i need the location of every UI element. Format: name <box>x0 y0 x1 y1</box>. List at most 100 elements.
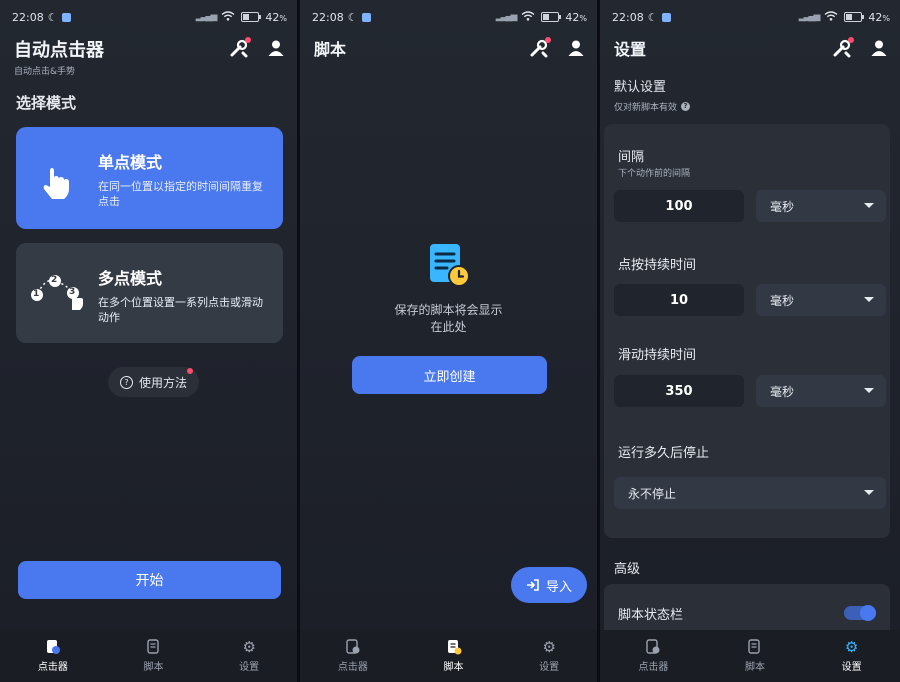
multi-point-icon: 1 2 3 <box>26 271 88 315</box>
nav-settings[interactable]: ⚙ 设置 <box>239 639 259 673</box>
default-settings-note: 仅对新脚本有效 ? <box>614 100 691 113</box>
gear-icon: ⚙ <box>844 638 859 656</box>
status-time: 22:08 <box>12 10 44 24</box>
nav-clicker[interactable]: 点击器 <box>38 639 68 673</box>
account-icon[interactable] <box>267 39 285 61</box>
bottom-nav: 点击器 脚本 ⚙ 设置 <box>0 630 298 682</box>
screen-scripts: 22:08 ☾ ▂▃▄▅ 42% 脚本 保存的脚本将会显示 在此处 立即创建 导… <box>300 0 598 682</box>
bottom-nav: 点击器 脚本 ⚙ 设置 <box>300 630 598 682</box>
alert-dot <box>848 37 854 43</box>
script-icon <box>447 640 461 655</box>
app-subtitle: 自动点击&手势 <box>14 67 76 77</box>
screen-clicker: 22:08 ☾ ▂▃▄▅ 42% 自动点击器 自动点击&手势 选择模式 单点模式… <box>0 0 298 682</box>
stop-after-select[interactable]: 永不停止 <box>614 477 886 509</box>
tools-icon[interactable] <box>832 37 854 62</box>
status-bar: 22:08 ☾ ▂▃▄▅ 42% <box>612 8 890 26</box>
battery-icon <box>844 12 865 22</box>
battery-level: 42% <box>868 10 890 24</box>
notification-icon <box>661 12 671 22</box>
bottom-nav: 点击器 脚本 ⚙ 设置 <box>600 630 900 682</box>
screen-settings: 22:08 ☾ ▂▃▄▅ 42% 设置 默认设置 仅对新脚本有效 ? 间隔 下个… <box>600 0 900 682</box>
tap-hand-icon <box>36 165 82 205</box>
interval-unit-select[interactable]: 毫秒 <box>756 190 886 222</box>
press-unit-select[interactable]: 毫秒 <box>756 284 886 316</box>
multi-mode-card[interactable]: 1 2 3 多点模式 在多个位置设置一系列点击或滑动动作 <box>16 243 284 343</box>
multi-mode-title: 多点模式 <box>98 269 163 288</box>
signal-icon: ▂▃▄▅ <box>195 12 218 22</box>
import-icon <box>527 579 539 591</box>
app-screens: 22:08 ☾ ▂▃▄▅ 42% 自动点击器 自动点击&手势 选择模式 单点模式… <box>0 0 900 682</box>
advanced-panel: 脚本状态栏 <box>604 584 890 630</box>
interval-label: 间隔 <box>618 150 645 165</box>
how-to-use-button[interactable]: ? 使用方法 <box>108 367 200 397</box>
notification-icon <box>361 12 371 22</box>
mode-section-title: 选择模式 <box>16 94 77 112</box>
swipe-duration-input[interactable]: 350 <box>614 375 744 407</box>
battery-level: 42% <box>265 10 288 24</box>
press-duration-input[interactable]: 10 <box>614 284 744 316</box>
swipe-unit-select[interactable]: 毫秒 <box>756 375 886 407</box>
top-bar: 自动点击器 自动点击&手势 <box>14 36 285 77</box>
single-mode-card[interactable]: 单点模式 在同一位置以指定的时间间隔重复点击 <box>16 127 284 229</box>
status-bar: 22:08 ☾ ▂▃▄▅ 42% <box>12 8 287 26</box>
multi-mode-desc: 在多个位置设置一系列点击或滑动动作 <box>98 296 263 324</box>
signal-icon: ▂▃▄▅ <box>798 12 821 22</box>
default-settings-panel: 间隔 下个动作前的间隔 100 毫秒 点按持续时间 10 毫秒 滑动持续时间 3… <box>604 124 890 538</box>
help-icon: ? <box>120 375 133 389</box>
wifi-icon <box>824 10 838 24</box>
tools-icon[interactable] <box>229 37 252 62</box>
stop-after-label: 运行多久后停止 <box>618 446 710 461</box>
top-bar: 脚本 <box>314 36 585 72</box>
script-statusbar-label: 脚本状态栏 <box>618 608 684 623</box>
nav-settings[interactable]: ⚙ 设置 <box>842 639 862 673</box>
notification-icon <box>61 12 71 22</box>
gear-icon: ⚙ <box>542 638 556 656</box>
script-statusbar-toggle[interactable] <box>844 605 876 621</box>
point-label-3: 3 <box>69 287 76 297</box>
signal-icon: ▂▃▄▅ <box>495 12 518 22</box>
script-document-icon <box>429 244 470 287</box>
swipe-duration-label: 滑动持续时间 <box>618 348 697 363</box>
alert-dot <box>187 368 194 374</box>
wifi-icon <box>521 10 535 24</box>
point-label-1: 1 <box>33 289 40 299</box>
interval-input[interactable]: 100 <box>614 190 744 222</box>
empty-message: 保存的脚本将会显示 在此处 <box>394 303 503 334</box>
clicker-icon <box>646 639 660 654</box>
status-time: 22:08 <box>612 10 644 24</box>
press-duration-label: 点按持续时间 <box>618 258 697 273</box>
single-mode-title: 单点模式 <box>98 153 163 172</box>
advanced-heading: 高级 <box>614 562 641 577</box>
moon-icon: ☾ <box>647 10 658 24</box>
nav-clicker[interactable]: 点击器 <box>638 639 668 673</box>
create-now-button[interactable]: 立即创建 <box>352 356 548 394</box>
chevron-down-icon <box>864 490 874 495</box>
wifi-icon <box>221 10 235 24</box>
status-time: 22:08 <box>312 10 344 24</box>
nav-scripts[interactable]: 脚本 <box>745 639 765 673</box>
nav-scripts[interactable]: 脚本 <box>144 639 164 673</box>
status-bar: 22:08 ☾ ▂▃▄▅ 42% <box>312 8 587 26</box>
account-icon[interactable] <box>567 39 585 61</box>
how-to-use-label: 使用方法 <box>139 375 188 390</box>
alert-dot <box>545 37 552 43</box>
account-icon[interactable] <box>870 39 888 61</box>
chevron-down-icon <box>864 297 874 302</box>
nav-scripts[interactable]: 脚本 <box>444 639 464 673</box>
tools-icon[interactable] <box>529 37 552 62</box>
interval-sublabel: 下个动作前的间隔 <box>618 169 691 179</box>
moon-icon: ☾ <box>347 10 358 24</box>
chevron-down-icon <box>864 203 874 208</box>
alert-dot <box>245 37 252 43</box>
nav-clicker[interactable]: 点击器 <box>338 639 368 673</box>
start-button[interactable]: 开始 <box>18 561 282 599</box>
nav-settings[interactable]: ⚙ 设置 <box>539 639 559 673</box>
top-bar: 设置 <box>614 36 888 72</box>
battery-level: 42% <box>565 10 588 24</box>
help-icon[interactable]: ? <box>681 102 691 111</box>
empty-state: 保存的脚本将会显示 在此处 <box>300 242 597 336</box>
clicker-icon <box>46 640 60 654</box>
script-icon <box>748 639 760 654</box>
import-button[interactable]: 导入 <box>511 567 588 603</box>
gear-icon: ⚙ <box>242 638 256 656</box>
